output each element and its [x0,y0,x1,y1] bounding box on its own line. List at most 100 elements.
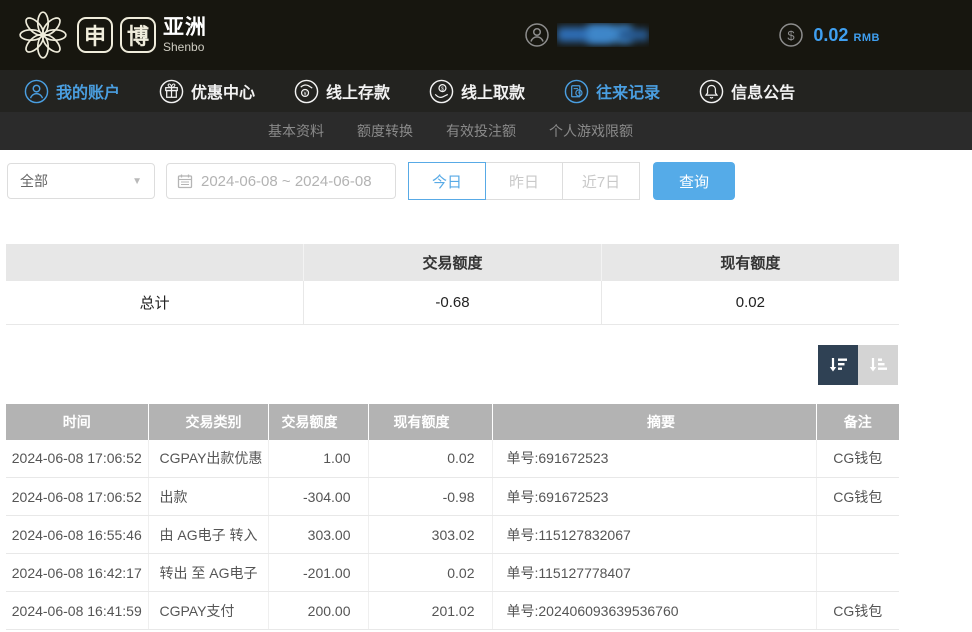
cell-note: CG钱包 [816,440,899,478]
withdraw-icon: $ [429,79,454,104]
cell-amount: 1.00 [268,440,368,478]
yesterday-button[interactable]: 昨日 [485,162,563,200]
cell-summary: 单号:115127832067 [492,516,816,554]
table-row: 2024-06-08 16:41:59 CGPAY支付 200.00 201.0… [6,592,899,630]
nav-item-deposit[interactable]: ¥ 线上存款 [294,79,390,104]
col-header-note[interactable]: 备注 [816,404,899,440]
cell-summary: 单号:115127778407 [492,554,816,592]
date-range-value: 2024-06-08 ~ 2024-06-08 [201,173,372,190]
cell-type: 转出 至 AG电子 [148,554,268,592]
nav-label: 信息公告 [731,79,795,103]
subnav-item-basic-info[interactable]: 基本资料 [268,121,324,141]
sort-ascending-icon [867,354,889,376]
transactions-table: 时间 交易类别 交易额度 现有额度 摘要 备注 2024-06-08 17:06… [6,404,899,631]
summary-header-empty [6,244,304,281]
logo-region-text: 亚洲 [163,17,207,38]
cell-type: CGPAY支付 [148,592,268,630]
cell-balance: 0.02 [368,440,492,478]
cell-summary: 单号:691672523 [492,440,816,478]
svg-text:$: $ [788,28,796,43]
cell-time: 2024-06-08 17:06:52 [6,440,148,478]
username-blurred[interactable] [557,23,649,47]
nav-item-announcements[interactable]: 信息公告 [699,79,795,104]
cell-summary: 单号:202406093639536760 [492,592,816,630]
subnav-item-valid-bets[interactable]: 有效投注额 [446,121,516,141]
logo-char-box: 博 [120,17,156,53]
table-row: 2024-06-08 17:06:52 出款 -304.00 -0.98 单号:… [6,478,899,516]
svg-text:¥: ¥ [304,91,307,97]
deposit-icon: ¥ [294,79,319,104]
cell-balance: 201.02 [368,592,492,630]
balance-dollar-icon: $ [779,23,803,47]
cell-type: 出款 [148,478,268,516]
logo-char-box: 申 [77,17,113,53]
col-header-amount[interactable]: 交易额度 [268,404,368,440]
cell-amount: 303.00 [268,516,368,554]
table-row: 2024-06-08 16:42:17 转出 至 AG电子 -201.00 0.… [6,554,899,592]
cell-note: CG钱包 [816,478,899,516]
category-select[interactable]: 全部 ▼ [7,163,155,199]
chevron-down-icon: ▼ [132,176,142,187]
records-icon [564,79,589,104]
table-row: 2024-06-08 16:55:46 由 AG电子 转入 303.00 303… [6,516,899,554]
cell-amount: 200.00 [268,592,368,630]
cell-summary: 单号:691672523 [492,478,816,516]
gift-icon [159,79,184,104]
logo-subtitle: Shenbo [163,41,207,53]
main-nav: 我的账户 优惠中心 ¥ 线上存款 $ 线上取款 [0,70,972,112]
nav-item-promotions[interactable]: 优惠中心 [159,79,255,104]
col-header-type[interactable]: 交易类别 [148,404,268,440]
cell-time: 2024-06-08 17:06:52 [6,478,148,516]
filter-bar: 全部 ▼ 2024-06-08 ~ 2024-06-08 今日 昨日 近7日 查… [7,162,972,200]
sort-descending-icon [827,354,849,376]
subnav-item-quota-transfer[interactable]: 额度转换 [357,121,413,141]
sort-ascending-button[interactable] [858,345,898,385]
today-button[interactable]: 今日 [408,162,486,200]
nav-item-transaction-records[interactable]: 往来记录 [564,79,660,104]
nav-label: 线上取款 [461,79,525,103]
svg-text:$: $ [441,86,444,92]
cell-type: CGPAY出款优惠 [148,440,268,478]
balance-currency: RMB [853,32,880,44]
nav-label: 我的账户 [56,79,120,103]
date-range-input[interactable]: 2024-06-08 ~ 2024-06-08 [166,163,396,199]
nav-item-withdraw[interactable]: $ 线上取款 [429,79,525,104]
quick-date-button-group: 今日 昨日 近7日 [408,162,640,200]
cell-note [816,516,899,554]
nav-label: 优惠中心 [191,79,255,103]
sub-nav: 基本资料 额度转换 有效投注额 个人游戏限额 [0,112,972,150]
balance-display[interactable]: 0.02 RMB [813,25,880,46]
summary-transaction-total: -0.68 [304,281,602,324]
sort-descending-button[interactable] [818,345,858,385]
calendar-icon [177,173,193,189]
category-selected-value: 全部 [20,171,48,191]
summary-current-total: 0.02 [601,281,899,324]
summary-total-label: 总计 [6,281,304,324]
col-header-time[interactable]: 时间 [6,404,148,440]
cell-time: 2024-06-08 16:41:59 [6,592,148,630]
cell-balance: 303.02 [368,516,492,554]
nav-label: 线上存款 [326,79,390,103]
user-avatar-icon [525,23,549,47]
cell-time: 2024-06-08 16:42:17 [6,554,148,592]
nav-label: 往来记录 [596,79,660,103]
balance-amount: 0.02 [813,25,848,46]
subnav-item-game-limits[interactable]: 个人游戏限额 [549,121,633,141]
table-row: 2024-06-08 17:06:52 CGPAY出款优惠 1.00 0.02 … [6,440,899,478]
brand-logo[interactable]: 申 博 亚洲 Shenbo [16,8,207,62]
cell-amount: -201.00 [268,554,368,592]
nav-item-my-account[interactable]: 我的账户 [24,79,120,104]
sort-controls [0,345,898,385]
last-7-days-button[interactable]: 近7日 [562,162,640,200]
cell-note [816,554,899,592]
search-button[interactable]: 查询 [653,162,735,200]
cell-balance: 0.02 [368,554,492,592]
cell-time: 2024-06-08 16:55:46 [6,516,148,554]
col-header-balance[interactable]: 现有额度 [368,404,492,440]
top-header: 申 博 亚洲 Shenbo $ 0.02 RMB [0,0,972,70]
col-header-summary[interactable]: 摘要 [492,404,816,440]
flower-logo-icon [16,8,70,62]
cell-type: 由 AG电子 转入 [148,516,268,554]
table-header-row: 时间 交易类别 交易额度 现有额度 摘要 备注 [6,404,899,440]
summary-total-row: 总计 -0.68 0.02 [6,281,899,324]
